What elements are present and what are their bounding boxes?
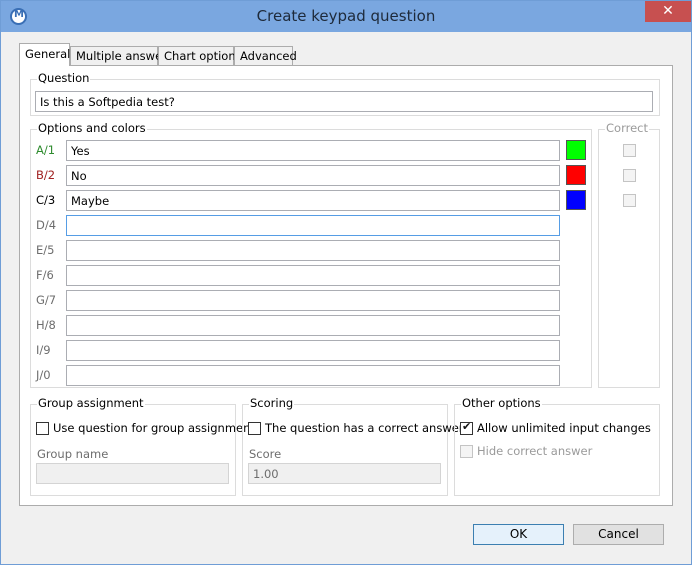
option-input-b[interactable] bbox=[66, 165, 560, 186]
score-label: Score bbox=[249, 447, 282, 461]
color-swatch-a[interactable] bbox=[566, 140, 586, 160]
option-label-f: F/6 bbox=[36, 268, 54, 282]
option-label-h: H/8 bbox=[36, 318, 56, 332]
correct-checkbox-a[interactable] bbox=[623, 144, 636, 157]
hide-answer-checkbox[interactable] bbox=[460, 445, 473, 458]
option-label-g: G/7 bbox=[36, 293, 57, 307]
option-input-c[interactable] bbox=[66, 190, 560, 211]
group-name-label: Group name bbox=[37, 447, 109, 461]
option-label-a: A/1 bbox=[36, 143, 56, 157]
option-input-h[interactable] bbox=[66, 315, 560, 336]
color-swatch-b[interactable] bbox=[566, 165, 586, 185]
group-assignment-checkbox[interactable] bbox=[36, 422, 49, 435]
correct-checkbox-c[interactable] bbox=[623, 194, 636, 207]
dialog-window: Create keypad question ✕ General Multipl… bbox=[0, 0, 692, 565]
score-input[interactable] bbox=[248, 463, 441, 484]
allow-changes-checkbox-label[interactable]: Allow unlimited input changes bbox=[477, 421, 651, 435]
option-input-a[interactable] bbox=[66, 140, 560, 161]
correct-answer-checkbox-label[interactable]: The question has a correct answer bbox=[265, 421, 464, 435]
option-input-f[interactable] bbox=[66, 265, 560, 286]
option-input-d[interactable] bbox=[66, 215, 560, 236]
option-label-c: C/3 bbox=[36, 193, 56, 207]
correct-group-label: Correct bbox=[605, 121, 649, 135]
tab-panel-general: Question Options and colors A/1 B/2 C/3 … bbox=[19, 65, 673, 506]
group-name-input[interactable] bbox=[36, 463, 229, 484]
option-label-i: I/9 bbox=[36, 343, 51, 357]
scoring-group-label: Scoring bbox=[249, 396, 295, 410]
window-title: Create keypad question bbox=[256, 7, 436, 25]
group-assignment-label: Group assignment bbox=[37, 396, 145, 410]
correct-group: Correct bbox=[598, 121, 660, 388]
correct-checkbox-b[interactable] bbox=[623, 169, 636, 182]
cancel-button[interactable]: Cancel bbox=[573, 524, 664, 545]
option-input-g[interactable] bbox=[66, 290, 560, 311]
option-label-d: D/4 bbox=[36, 218, 57, 232]
close-button[interactable]: ✕ bbox=[645, 1, 691, 22]
other-options-group-label: Other options bbox=[461, 396, 542, 410]
option-input-e[interactable] bbox=[66, 240, 560, 261]
title-bar[interactable]: Create keypad question ✕ bbox=[1, 1, 691, 32]
tab-multiple-answers[interactable]: Multiple answers bbox=[70, 46, 173, 66]
option-label-j: J/0 bbox=[36, 368, 51, 382]
tab-chart-options[interactable]: Chart options bbox=[158, 46, 242, 66]
options-group-label: Options and colors bbox=[37, 121, 147, 135]
allow-changes-checkbox[interactable] bbox=[460, 420, 473, 435]
option-label-e: E/5 bbox=[36, 243, 55, 257]
option-input-i[interactable] bbox=[66, 340, 560, 361]
tab-advanced[interactable]: Advanced bbox=[234, 46, 297, 66]
ok-button[interactable]: OK bbox=[473, 524, 564, 545]
hide-answer-checkbox-label[interactable]: Hide correct answer bbox=[477, 444, 592, 458]
color-swatch-c[interactable] bbox=[566, 190, 586, 210]
group-assignment-checkbox-label[interactable]: Use question for group assignment bbox=[53, 421, 255, 435]
tab-general[interactable]: General bbox=[19, 43, 70, 66]
option-label-b: B/2 bbox=[36, 168, 56, 182]
correct-answer-checkbox[interactable] bbox=[248, 422, 261, 435]
option-input-j[interactable] bbox=[66, 365, 560, 386]
question-input[interactable] bbox=[35, 91, 653, 112]
question-group-label: Question bbox=[37, 71, 91, 85]
